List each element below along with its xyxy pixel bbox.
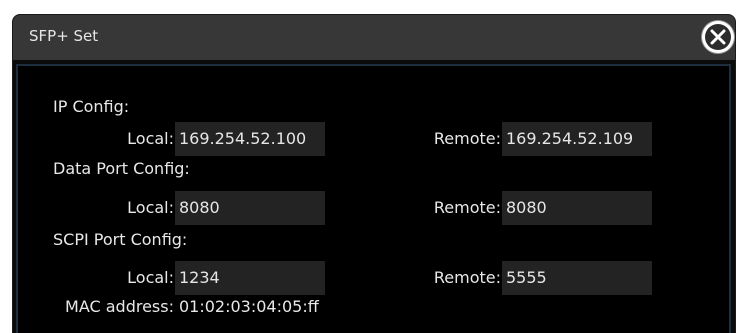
mac-address-label: MAC address: — [65, 297, 174, 316]
sfp-set-dialog: SFP+ Set IP Config: Local: 169.254.52.10… — [13, 15, 735, 333]
data-port-remote-label: Remote: — [433, 198, 501, 217]
close-icon — [710, 29, 726, 45]
settings-panel: IP Config: Local: 169.254.52.100 Remote:… — [16, 64, 731, 333]
data-port-config-heading: Data Port Config: — [53, 159, 190, 178]
scpi-port-remote-field[interactable]: 5555 — [502, 261, 652, 295]
ip-config-heading: IP Config: — [53, 97, 130, 116]
mac-address-value: 01:02:03:04:05:ff — [179, 297, 319, 316]
dialog-title-bar: SFP+ Set — [13, 15, 735, 60]
ip-remote-field[interactable]: 169.254.52.109 — [502, 122, 652, 156]
ip-local-field[interactable]: 169.254.52.100 — [175, 122, 325, 156]
scpi-port-local-field[interactable]: 1234 — [175, 261, 325, 295]
scpi-port-remote-label: Remote: — [433, 268, 501, 287]
scpi-port-config-heading: SCPI Port Config: — [53, 230, 188, 249]
data-port-local-label: Local: — [127, 198, 174, 217]
data-port-remote-field[interactable]: 8080 — [502, 191, 652, 225]
data-port-local-field[interactable]: 8080 — [175, 191, 325, 225]
scpi-port-local-label: Local: — [127, 268, 174, 287]
ip-remote-label: Remote: — [433, 129, 501, 148]
close-button[interactable] — [702, 21, 734, 53]
ip-local-label: Local: — [127, 129, 174, 148]
dialog-title: SFP+ Set — [29, 27, 99, 45]
